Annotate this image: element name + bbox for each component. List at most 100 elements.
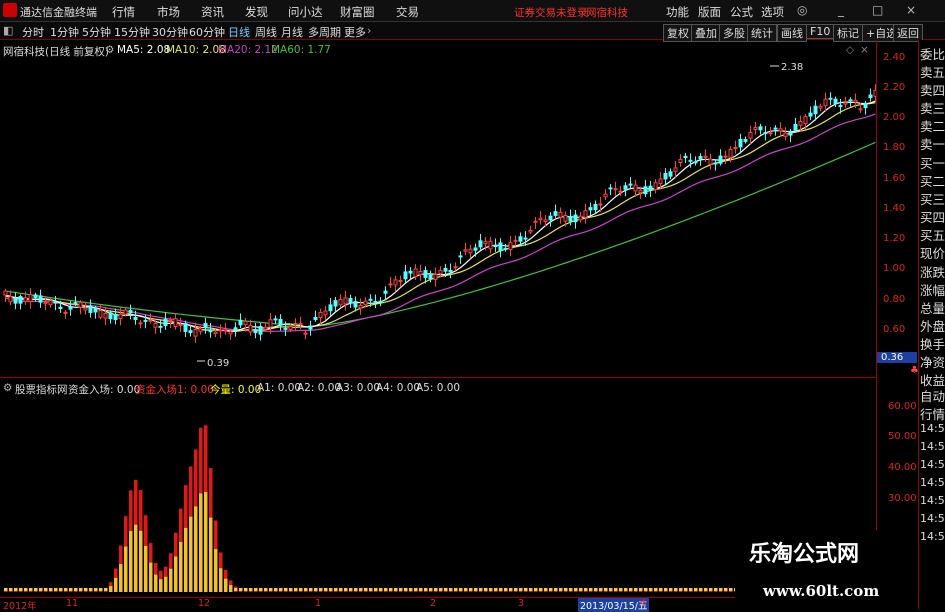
period-tab-monthly[interactable]: 月线 [281, 24, 303, 40]
indicator-bar [14, 588, 18, 592]
indicator-bar [329, 588, 333, 592]
kline-chart-panel[interactable]: 2.38 0.39 [0, 40, 878, 378]
indicator-bar [499, 588, 503, 592]
indicator-bar [299, 588, 303, 592]
indicator-bar [349, 588, 353, 592]
menu-item-quotes[interactable]: 行情 [112, 4, 135, 20]
candle [613, 181, 618, 196]
low-price-label: 0.39 [207, 358, 229, 369]
candle [318, 308, 323, 325]
indicator-bar [19, 588, 23, 592]
candle [458, 251, 463, 264]
period-tab-30min[interactable]: 30分钟 [152, 24, 188, 40]
more-chevron-icon[interactable]: › [367, 24, 371, 37]
close-button[interactable]: × [906, 3, 916, 17]
candle [738, 133, 743, 154]
candle [528, 225, 533, 235]
candle [233, 322, 238, 337]
period-tab-60min[interactable]: 60分钟 [189, 24, 225, 40]
candle [783, 127, 788, 141]
menu-item-news[interactable]: 资讯 [201, 4, 224, 20]
indicator-bar [649, 588, 653, 592]
side-label: 涨幅 [920, 283, 945, 298]
candle [78, 300, 83, 315]
auto-tab[interactable]: 自动 [920, 386, 945, 405]
login-notice[interactable]: 证券交易未登录 [514, 5, 588, 20]
candle [218, 324, 223, 338]
candle [868, 88, 873, 102]
indicator-bar [334, 588, 338, 592]
indicator-bar [289, 588, 293, 592]
period-tab-daily[interactable]: 日线 [228, 24, 250, 40]
menu-item-trade[interactable]: 交易 [396, 4, 419, 20]
indicator-bar [259, 588, 263, 592]
period-tab-more[interactable]: 更多 [344, 24, 366, 40]
candle [328, 297, 333, 316]
quote-tab[interactable]: 行情 [920, 404, 945, 423]
candle [723, 150, 728, 164]
indicator-bar [679, 588, 683, 592]
indicator-bar [54, 588, 58, 592]
indicator-bar [579, 588, 583, 592]
indicator-bar [44, 588, 48, 592]
candle [63, 310, 68, 319]
candle [338, 294, 343, 308]
side-label: 现价 [920, 246, 945, 261]
indicator-bar [409, 588, 413, 592]
candle [393, 275, 398, 292]
collapse-icon[interactable]: ◧ [3, 24, 13, 37]
candle [788, 128, 793, 143]
menu-item-market[interactable]: 市场 [157, 4, 180, 20]
menu-item-assistant[interactable]: 问小达 [288, 4, 323, 20]
candle [128, 304, 133, 320]
indicator-bar [64, 588, 68, 592]
period-tab-15min[interactable]: 15分钟 [114, 24, 150, 40]
period-tab-multi[interactable]: 多周期 [308, 24, 341, 40]
ma20-line [5, 113, 876, 333]
time-tick: 11 [66, 598, 79, 609]
indicator-bar [204, 425, 208, 592]
indicator-bar [139, 490, 143, 592]
candle [683, 152, 688, 164]
period-tab-5min[interactable]: 5分钟 [82, 24, 111, 40]
period-tab-weekly[interactable]: 周线 [255, 24, 277, 40]
profile-icon[interactable]: ◎ [797, 3, 807, 17]
indicator-bar [244, 588, 248, 592]
indicator-bar [554, 588, 558, 592]
side-label: 委比 [920, 47, 945, 62]
high-price-label: 2.38 [781, 62, 803, 73]
menu-item-formula[interactable]: 公式 [730, 4, 753, 20]
minimize-button[interactable]: _ [838, 3, 844, 17]
indicator-bar [354, 588, 358, 592]
candle [378, 297, 383, 307]
candle [633, 179, 638, 197]
candle [173, 313, 178, 330]
period-tab-timeshare[interactable]: 分时 [22, 24, 44, 40]
indicator-bar [324, 588, 328, 592]
f10-button[interactable]: F10 [806, 24, 835, 39]
indicator-bar [689, 588, 693, 592]
menu-item-options[interactable]: 选项 [761, 4, 784, 20]
indicator-bar [89, 588, 93, 592]
price-tick: 1.00 [883, 263, 906, 274]
menu-item-function[interactable]: 功能 [666, 4, 689, 20]
candle [8, 290, 13, 306]
candle [548, 212, 553, 227]
candle [708, 153, 713, 170]
price-tick: 0.60 [883, 324, 906, 335]
indicator-bar [239, 588, 243, 592]
tick-time: 14:50 [920, 440, 945, 453]
indicator-bar [294, 588, 298, 592]
candle [403, 264, 408, 283]
indicator-bar [484, 588, 488, 592]
indicator-bar [34, 588, 38, 592]
candle [828, 92, 833, 106]
maximize-button[interactable]: □ [872, 3, 883, 17]
menu-item-discover[interactable]: 发现 [245, 4, 268, 20]
candle [573, 210, 578, 229]
menu-item-wealth[interactable]: 财富圈 [340, 4, 375, 20]
candle [153, 320, 158, 334]
indicator-bar [209, 468, 213, 592]
period-tab-1min[interactable]: 1分钟 [50, 24, 79, 40]
menu-item-layout[interactable]: 版面 [698, 4, 721, 20]
